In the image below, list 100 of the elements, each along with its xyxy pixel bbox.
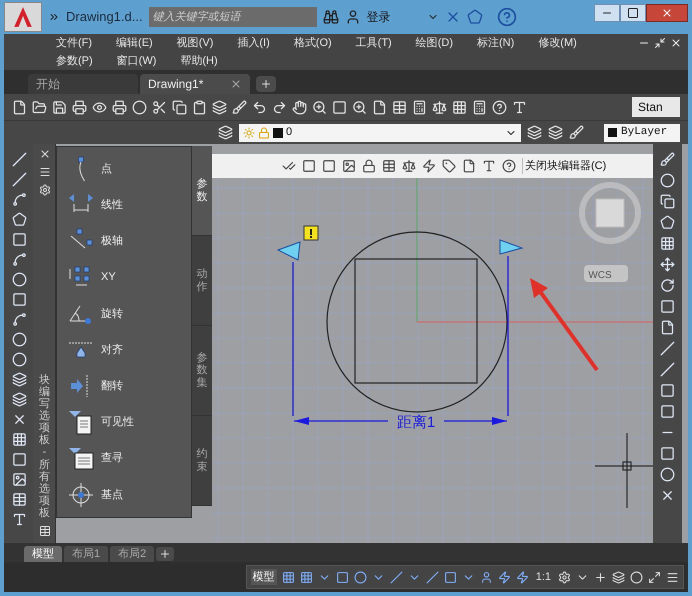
palette-tool[interactable]: 线性 bbox=[67, 190, 191, 220]
palette-tool[interactable]: 翻转 bbox=[67, 371, 191, 402]
file-tab[interactable]: Drawing1* bbox=[140, 74, 250, 94]
plot-icon[interactable] bbox=[112, 100, 127, 114]
palette-tab[interactable]: 约束 bbox=[192, 416, 212, 506]
line-icon[interactable] bbox=[12, 152, 26, 167]
palette-tool[interactable]: XY bbox=[67, 262, 191, 293]
gear-icon[interactable] bbox=[558, 570, 571, 584]
close-tab-icon[interactable] bbox=[230, 78, 242, 90]
redo-icon[interactable] bbox=[272, 100, 287, 114]
wcs-label[interactable]: WCS bbox=[588, 270, 612, 281]
lightning-icon[interactable] bbox=[422, 159, 436, 173]
new-layout-button[interactable] bbox=[156, 547, 174, 561]
rotate-icon[interactable] bbox=[660, 278, 675, 293]
zoom-icon[interactable] bbox=[312, 100, 327, 114]
menu-item[interactable]: 窗口(W) bbox=[116, 52, 156, 70]
table-icon[interactable] bbox=[382, 159, 396, 173]
menu-item[interactable]: 工具(T) bbox=[356, 34, 392, 52]
model-button[interactable]: 模型 bbox=[250, 568, 277, 586]
printer-icon[interactable] bbox=[72, 100, 87, 114]
polygon-icon[interactable] bbox=[12, 212, 26, 227]
circle-icon[interactable] bbox=[12, 272, 26, 287]
close-icon[interactable] bbox=[38, 148, 50, 160]
menu-item[interactable]: 编辑(E) bbox=[116, 34, 153, 52]
login-link[interactable]: 登录 bbox=[366, 8, 391, 26]
menu-item[interactable]: 格式(O) bbox=[294, 34, 332, 52]
plus-icon[interactable] bbox=[594, 570, 607, 584]
menu-icon[interactable] bbox=[38, 166, 50, 178]
paste-icon[interactable] bbox=[192, 100, 207, 114]
new-file-icon[interactable] bbox=[12, 100, 27, 114]
layer-dropdown[interactable]: 0 bbox=[239, 124, 521, 142]
preview-icon[interactable] bbox=[92, 100, 107, 114]
image-icon[interactable] bbox=[12, 472, 26, 487]
layout-tab[interactable]: 模型 bbox=[24, 546, 62, 562]
menu-item[interactable]: 帮助(H) bbox=[180, 52, 218, 70]
file-tab[interactable]: 开始 bbox=[28, 74, 138, 94]
palette-tool[interactable]: 点 bbox=[67, 154, 191, 184]
app-menu-button[interactable] bbox=[4, 2, 42, 32]
maximize-button[interactable] bbox=[620, 4, 646, 22]
palette-tool[interactable]: 极轴 bbox=[67, 226, 191, 256]
palette-tool[interactable]: 查寻 bbox=[67, 444, 191, 474]
warning-icon[interactable] bbox=[304, 226, 318, 240]
clean-screen-icon[interactable] bbox=[648, 570, 661, 584]
menu-item[interactable]: 标注(N) bbox=[477, 34, 514, 52]
palette-tool[interactable]: 可见性 bbox=[67, 407, 191, 438]
text-icon[interactable] bbox=[12, 512, 26, 527]
binoculars-icon[interactable] bbox=[322, 9, 339, 25]
undo-icon[interactable] bbox=[252, 100, 267, 114]
palette-tab[interactable]: 动作 bbox=[192, 236, 212, 326]
rectangle-icon[interactable] bbox=[12, 232, 26, 247]
text-style-field[interactable]: Stan bbox=[632, 97, 680, 117]
move-icon[interactable] bbox=[660, 257, 675, 272]
menu-item[interactable]: 插入(I) bbox=[237, 34, 270, 52]
layout-tab[interactable]: 布局1 bbox=[64, 546, 108, 562]
plus-icon[interactable] bbox=[260, 78, 272, 90]
array-icon[interactable] bbox=[660, 236, 675, 251]
restore-icon[interactable] bbox=[654, 37, 666, 49]
brush-icon[interactable] bbox=[232, 100, 247, 114]
close-icon[interactable] bbox=[661, 7, 673, 19]
tag-icon[interactable] bbox=[442, 159, 456, 173]
circle-shape[interactable] bbox=[326, 231, 508, 413]
search-field[interactable]: 键入关键字或短语 bbox=[148, 7, 317, 27]
menu-item[interactable]: 文件(F) bbox=[56, 34, 92, 52]
palette-tool[interactable]: 对齐 bbox=[67, 335, 191, 366]
color-dropdown[interactable]: ByLayer bbox=[604, 124, 680, 142]
plus-icon[interactable] bbox=[159, 548, 172, 560]
text-style-icon[interactable] bbox=[512, 100, 527, 114]
brush-icon[interactable] bbox=[660, 152, 675, 167]
expand-icon[interactable] bbox=[48, 11, 60, 23]
annotation-scale-button[interactable]: 1:1 bbox=[534, 568, 553, 586]
grid-icon[interactable] bbox=[282, 570, 295, 584]
lock-icon[interactable] bbox=[362, 159, 376, 173]
layer-icon[interactable] bbox=[218, 125, 233, 140]
validate-icon[interactable] bbox=[282, 159, 296, 173]
save-icon[interactable] bbox=[52, 100, 67, 114]
close-icon[interactable] bbox=[670, 37, 682, 49]
arc-icon[interactable] bbox=[12, 252, 26, 267]
close-button[interactable] bbox=[646, 4, 688, 22]
palette-tool[interactable]: 基点 bbox=[67, 480, 191, 510]
help-icon[interactable] bbox=[502, 159, 516, 173]
grip-flag-icon[interactable] bbox=[500, 239, 524, 255]
calculator-icon[interactable] bbox=[472, 100, 487, 114]
cut-icon[interactable] bbox=[152, 100, 167, 114]
square-shape[interactable] bbox=[354, 258, 478, 384]
drawing-canvas[interactable]: 距离1 WCS bbox=[212, 178, 653, 543]
polyline-icon[interactable] bbox=[12, 192, 26, 207]
palette-tab[interactable]: 参数集 bbox=[192, 326, 212, 416]
layer-state-icon[interactable] bbox=[527, 125, 542, 140]
layout-tab[interactable]: 布局2 bbox=[110, 546, 154, 562]
menu-item[interactable]: 绘图(D) bbox=[416, 34, 453, 52]
snap-icon[interactable] bbox=[300, 570, 313, 584]
palette-tool[interactable]: 旋转 bbox=[67, 298, 191, 329]
construction-line-icon[interactable] bbox=[12, 172, 26, 187]
menu-item[interactable]: 修改(M) bbox=[538, 34, 577, 52]
menu-icon[interactable] bbox=[666, 570, 679, 584]
maximize-icon[interactable] bbox=[627, 7, 639, 19]
grip-flag-icon[interactable] bbox=[276, 241, 301, 261]
menu-item[interactable]: 视图(V) bbox=[176, 34, 214, 52]
menu-item[interactable]: 参数(P) bbox=[56, 52, 93, 70]
close-block-editor-button[interactable]: 关闭块编辑器(C) bbox=[522, 158, 608, 174]
